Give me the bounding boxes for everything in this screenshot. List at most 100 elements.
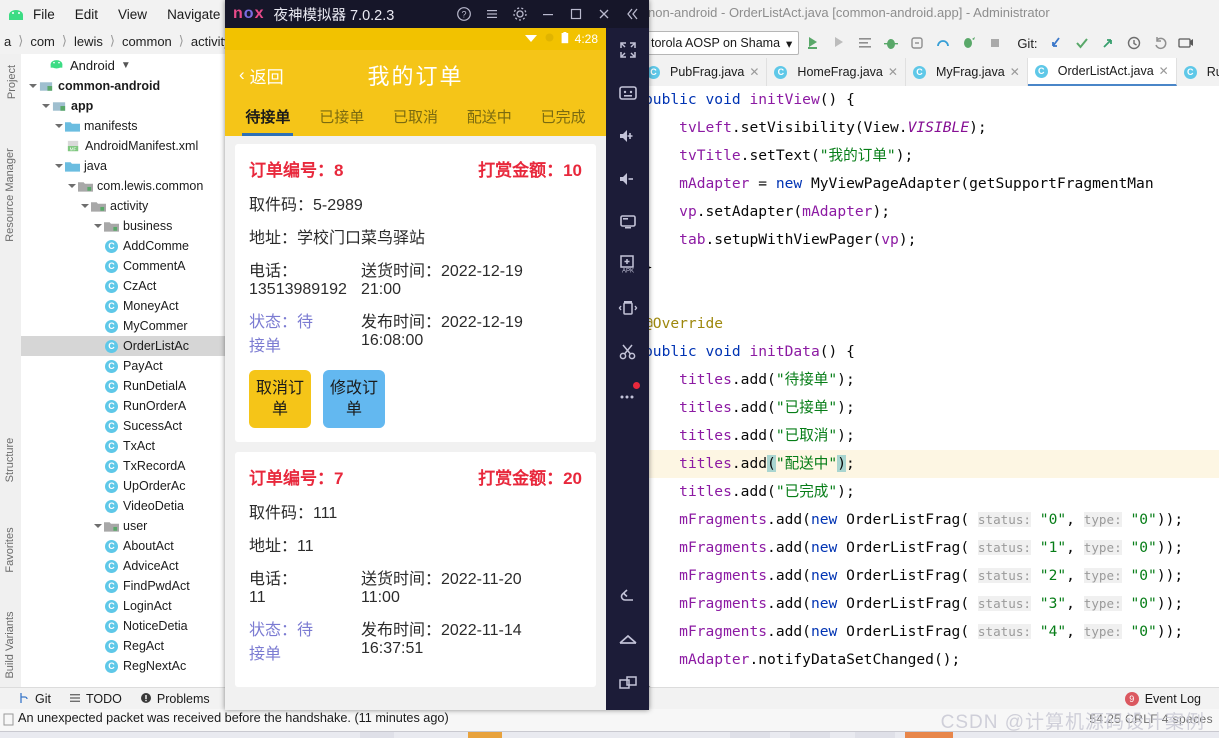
tree-item-adviceact[interactable]: CAdviceAct <box>21 556 225 576</box>
menu-icon[interactable] <box>479 1 505 27</box>
editor-tab-pubfrag-java[interactable]: CPubFrag.java✕ <box>640 58 767 86</box>
run-icon[interactable] <box>801 31 825 55</box>
logcat-icon[interactable] <box>853 31 877 55</box>
tree-item-orderlistac[interactable]: COrderListAc <box>21 336 225 356</box>
tree-item-txrecorda[interactable]: CTxRecordA <box>21 456 225 476</box>
tool-label-structure[interactable]: Structure <box>4 420 16 500</box>
taskbar-item-2[interactable] <box>790 732 830 738</box>
install-apk-icon[interactable]: APK <box>606 243 649 286</box>
breadcrumb-item-0[interactable]: a <box>2 33 13 50</box>
chevron-down-icon[interactable] <box>53 160 65 172</box>
tree-item-mycommer[interactable]: CMyCommer <box>21 316 225 336</box>
tool-label-project[interactable]: Project <box>6 52 18 112</box>
git-history-icon[interactable] <box>1122 31 1146 55</box>
back-icon[interactable] <box>606 575 649 618</box>
rerun-icon[interactable] <box>827 31 851 55</box>
tree-item-manifests[interactable]: manifests <box>21 116 225 136</box>
back-button[interactable]: ‹ 返回 <box>239 63 284 88</box>
collapse-icon[interactable] <box>619 1 645 27</box>
editor-tab-myfrag-java[interactable]: CMyFrag.java✕ <box>906 58 1028 86</box>
editor-tabs[interactable]: CPubFrag.java✕CHomeFrag.java✕CMyFrag.jav… <box>640 58 1219 87</box>
tree-item-common-android[interactable]: common-android <box>21 76 225 96</box>
tree-item-aboutact[interactable]: CAboutAct <box>21 536 225 556</box>
status-todo-button[interactable]: TODO <box>69 692 122 707</box>
status-problems-button[interactable]: Problems <box>140 692 210 707</box>
git-update-icon[interactable] <box>1044 31 1068 55</box>
order-tab-1[interactable]: 已接单 <box>319 106 364 130</box>
tree-item-moneyact[interactable]: CMoneyAct <box>21 296 225 316</box>
chevron-down-icon[interactable] <box>92 220 104 232</box>
taskbar-item-active[interactable] <box>905 732 953 738</box>
menu-view[interactable]: View <box>115 5 150 24</box>
more-icon[interactable] <box>606 372 649 415</box>
breadcrumb-item-3[interactable]: common <box>120 33 174 50</box>
tree-item-app[interactable]: app <box>21 96 225 116</box>
chevron-down-icon[interactable] <box>92 520 104 532</box>
tree-item-regnextac[interactable]: CRegNextAc <box>21 656 225 676</box>
tree-item-loginact[interactable]: CLoginAct <box>21 596 225 616</box>
volume-down-icon[interactable] <box>606 157 649 200</box>
screen-icon[interactable] <box>606 200 649 243</box>
close-icon[interactable] <box>591 1 617 27</box>
tree-item-videodetia[interactable]: CVideoDetia <box>21 496 225 516</box>
volume-up-icon[interactable] <box>606 114 649 157</box>
tree-item-java[interactable]: java <box>21 156 225 176</box>
tree-item-czact[interactable]: CCzAct <box>21 276 225 296</box>
tool-label-build-variants[interactable]: Build Variants <box>4 590 16 700</box>
tool-label-favorites[interactable]: Favorites <box>4 510 16 590</box>
tree-item-findpwdact[interactable]: CFindPwdAct <box>21 576 225 596</box>
git-commit-icon[interactable] <box>1070 31 1094 55</box>
order-action-button-1[interactable]: 修改订单 <box>323 370 385 428</box>
stop-icon[interactable] <box>983 31 1007 55</box>
order-card[interactable]: 订单编号：7打赏金额：20取件码：111地址：11电话：11送货时间：2022-… <box>235 452 596 687</box>
keyboard-icon[interactable] <box>606 71 649 114</box>
close-icon[interactable]: ✕ <box>888 65 898 79</box>
tree-item-user[interactable]: user <box>21 516 225 536</box>
taskbar-item-nox[interactable] <box>468 732 502 738</box>
home-icon[interactable] <box>606 618 649 661</box>
chevron-down-icon[interactable] <box>66 180 78 192</box>
order-list[interactable]: 订单编号：8打赏金额：10取件码：5-2989地址：学校门口菜鸟驿站电话：135… <box>225 136 606 710</box>
event-log-button[interactable]: Event Log <box>1145 692 1201 706</box>
tree-item-activity[interactable]: activity <box>21 196 225 216</box>
project-view-selector[interactable]: Android ▼ <box>21 54 225 76</box>
minimize-icon[interactable] <box>535 1 561 27</box>
tool-label-resource-manager[interactable]: Resource Manager <box>4 135 16 255</box>
tree-item-androidmanifest-xml[interactable]: MFAndroidManifest.xml <box>21 136 225 156</box>
editor-tab-ru[interactable]: CRu <box>1177 58 1219 86</box>
chevron-down-icon[interactable] <box>79 200 91 212</box>
close-icon[interactable]: ✕ <box>749 65 759 79</box>
close-icon[interactable]: ✕ <box>1159 64 1169 78</box>
tree-item-runordera[interactable]: CRunOrderA <box>21 396 225 416</box>
chevron-down-icon[interactable] <box>27 80 39 92</box>
chevron-down-icon[interactable] <box>53 120 65 132</box>
project-tree[interactable]: common-androidappmanifestsMFAndroidManif… <box>21 76 225 676</box>
order-tab-4[interactable]: 已完成 <box>541 106 586 130</box>
git-revert-icon[interactable] <box>1148 31 1172 55</box>
taskbar-item-4[interactable] <box>360 732 394 738</box>
tree-item-business[interactable]: business <box>21 216 225 236</box>
profiler-icon[interactable] <box>931 31 955 55</box>
tree-item-addcomme[interactable]: CAddComme <box>21 236 225 256</box>
settings-icon[interactable] <box>507 1 533 27</box>
order-tab-3[interactable]: 配送中 <box>467 106 512 130</box>
shake-icon[interactable] <box>606 286 649 329</box>
debug-icon[interactable] <box>879 31 903 55</box>
menu-file[interactable]: File <box>30 5 58 24</box>
recents-icon[interactable] <box>606 661 649 704</box>
tree-item-rundetiala[interactable]: CRunDetialA <box>21 376 225 396</box>
order-tabs[interactable]: 待接单已接单已取消配送中已完成 <box>225 100 606 136</box>
breadcrumb-item-2[interactable]: lewis <box>72 33 105 50</box>
breadcrumb-item-1[interactable]: com <box>28 33 57 50</box>
editor-tab-homefrag-java[interactable]: CHomeFrag.java✕ <box>767 58 906 86</box>
code-content[interactable]: public void initView() { tvLeft.setVisib… <box>640 86 1219 687</box>
status-git-button[interactable]: Git <box>18 692 51 707</box>
help-icon[interactable]: ? <box>451 1 477 27</box>
order-card[interactable]: 订单编号：8打赏金额：10取件码：5-2989地址：学校门口菜鸟驿站电话：135… <box>235 144 596 442</box>
tree-item-com-lewis-common[interactable]: com.lewis.common <box>21 176 225 196</box>
scissors-icon[interactable] <box>606 329 649 372</box>
menu-edit[interactable]: Edit <box>72 5 101 24</box>
git-push-icon[interactable] <box>1096 31 1120 55</box>
chevron-down-icon[interactable] <box>40 100 52 112</box>
fullscreen-icon[interactable] <box>606 28 649 71</box>
